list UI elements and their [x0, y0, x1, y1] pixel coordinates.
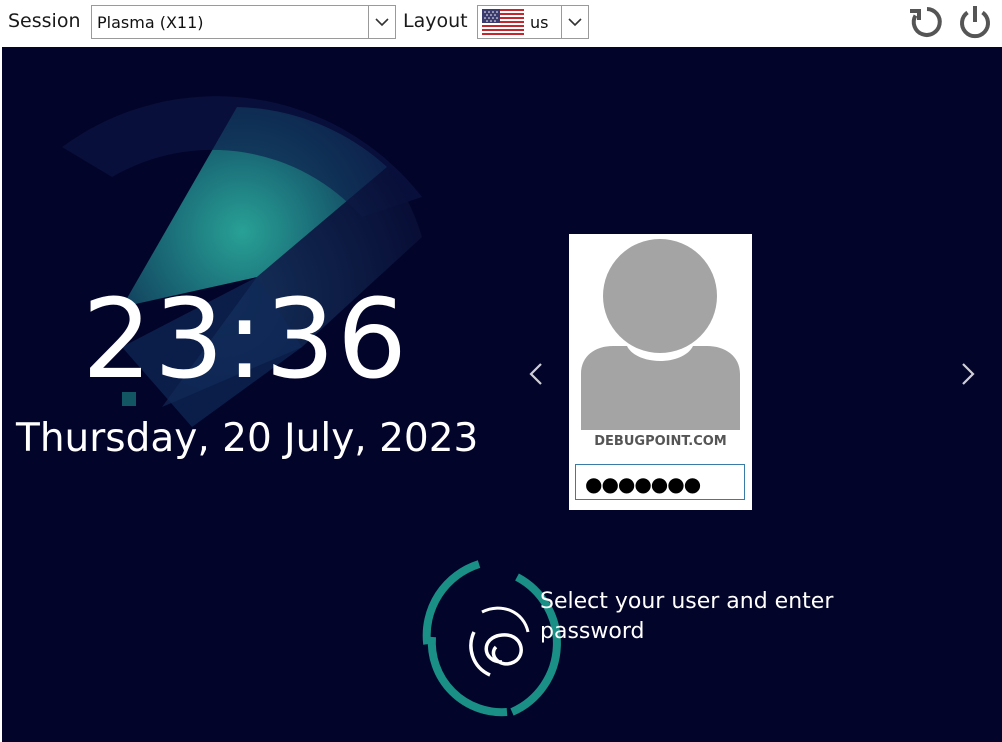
- clock-time: 23:36: [82, 275, 410, 403]
- debian-swirl-icon: [469, 606, 530, 677]
- restart-button[interactable]: [908, 3, 946, 41]
- chevron-left-icon: [529, 363, 542, 385]
- chevron-down-icon[interactable]: [368, 6, 395, 38]
- power-icon: [960, 6, 990, 39]
- password-input[interactable]: ●●●●●●●: [575, 464, 745, 500]
- clock-date: Thursday, 20 July, 2023: [16, 416, 479, 461]
- layout-select[interactable]: us: [477, 5, 589, 39]
- login-screen: 23:36 Thursday, 20 July, 2023 DEBUGPOINT…: [2, 47, 1002, 742]
- shutdown-button[interactable]: [956, 3, 994, 41]
- restart-icon: [910, 7, 942, 37]
- session-label: Session: [8, 10, 81, 32]
- session-select[interactable]: Plasma (X11): [91, 5, 396, 39]
- previous-user-button[interactable]: [526, 359, 546, 389]
- top-bar: Session Plasma (X11) Layout us: [0, 0, 1002, 47]
- user-avatar-icon: [581, 239, 740, 430]
- layout-label: Layout: [403, 10, 468, 32]
- password-mask: ●●●●●●●: [585, 472, 701, 496]
- chevron-down-icon[interactable]: [561, 6, 588, 38]
- chevron-right-icon: [962, 363, 975, 385]
- user-card[interactable]: DEBUGPOINT.COM ●●●●●●●: [569, 234, 752, 510]
- login-hint: Select your user and enter password: [540, 589, 834, 644]
- user-name: DEBUGPOINT.COM: [594, 434, 727, 449]
- session-select-value: Plasma (X11): [97, 13, 204, 32]
- us-flag-icon: [482, 9, 524, 35]
- layout-select-value: us: [530, 13, 549, 32]
- next-user-button[interactable]: [958, 359, 978, 389]
